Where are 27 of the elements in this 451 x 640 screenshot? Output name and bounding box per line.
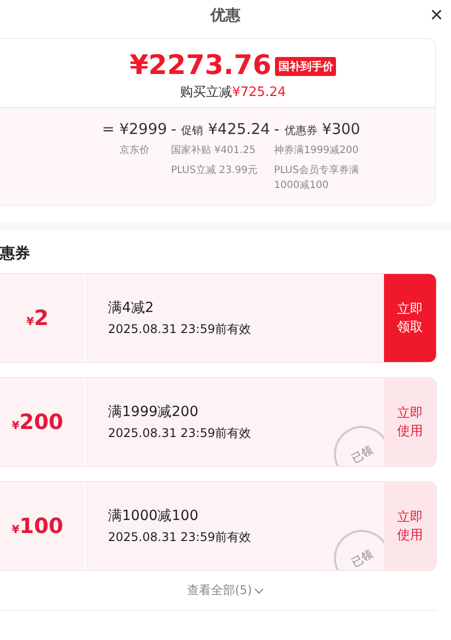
coupon-condition: 满1000减100 [108,506,200,524]
breakdown-note: PLUS立减 23.99元 [171,164,259,178]
breakdown-note: PLUS会员专享券满1000减100 [274,164,360,193]
coupon-amount: ¥2 [26,306,49,330]
saving-text: 购买立减¥725.24 [180,84,286,101]
breakdown-note: 神券满1999减200 [274,144,360,158]
breakdown-amount: - 优惠券 ¥300 [274,120,362,138]
view-all-link[interactable]: 查看全部(5) [181,581,270,600]
coupon-action-button[interactable]: 立即使用 [384,482,436,570]
breakdown-amount: - 促销 ¥425.24 [171,120,270,138]
coupon-condition: 满1999减200 [108,402,200,420]
final-price: ¥2273.76 [130,49,272,83]
close-button[interactable]: × [430,3,443,27]
coupon-amount: ¥200 [12,410,64,434]
breakdown-amount: = ¥2999 [102,120,168,138]
coupon-action-button[interactable]: 立即使用 [384,378,436,466]
breakdown-note: 京东价 [119,144,150,158]
coupon-validity: 2025.08.31 23:59前有效 [108,424,252,442]
coupon-validity: 2025.08.31 23:59前有效 [108,528,252,546]
price-tag: 国补到手价 [275,56,336,76]
breakdown-note: 国家补贴 ¥401.25 [171,144,257,158]
coupon-validity: 2025.08.31 23:59前有效 [108,320,252,338]
dialog-title: 优惠 [210,6,240,24]
coupon-condition: 满4减2 [108,298,155,316]
coupon-amount: ¥100 [12,514,64,538]
coupon-action-button[interactable]: 立即领取 [384,274,436,362]
chevron-down-icon [254,588,264,594]
